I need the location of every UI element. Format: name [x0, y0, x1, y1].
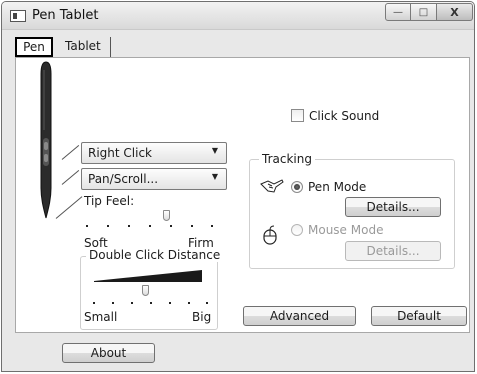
tick-mark	[86, 225, 88, 227]
tip-feel-slider[interactable]	[85, 216, 212, 217]
pen-mode-details-button[interactable]: Details...	[345, 197, 441, 217]
leader-line-lower-button	[61, 169, 80, 185]
tip-feel-label: Tip Feel:	[84, 194, 135, 208]
tick-mark	[211, 225, 213, 227]
default-button-label: Default	[397, 309, 441, 323]
tick-mark	[191, 225, 193, 227]
pen-mode-label[interactable]: Pen Mode	[308, 180, 366, 194]
stylus-pen-icon	[38, 60, 54, 220]
mouse-mode-details-label: Details...	[366, 244, 420, 258]
pen-hand-icon	[260, 178, 284, 194]
lower-button-dropdown[interactable]: Pan/Scroll... ▼	[81, 168, 227, 190]
advanced-button-label: Advanced	[269, 309, 330, 323]
tick-mark	[206, 302, 208, 304]
tip-feel-thumb[interactable]	[163, 210, 170, 221]
mouse-mode-radio[interactable]	[291, 224, 303, 236]
minimize-button[interactable]: —	[385, 3, 411, 21]
title-bar: Pen Tablet — □ X	[2, 2, 474, 30]
lower-button-value: Pan/Scroll...	[88, 172, 159, 186]
pen-mode-details-label: Details...	[366, 200, 420, 214]
about-button-label: About	[90, 346, 127, 360]
maximize-icon: □	[418, 6, 429, 18]
close-icon: X	[450, 5, 459, 19]
double-click-distance-thumb[interactable]	[142, 285, 149, 296]
maximize-button[interactable]: □	[411, 3, 437, 21]
advanced-button[interactable]: Advanced	[243, 306, 356, 326]
mouse-mode-label[interactable]: Mouse Mode	[308, 223, 383, 237]
double-click-max-label: Big	[192, 310, 212, 324]
double-click-distance-label: Double Click Distance	[86, 248, 224, 262]
chevron-down-icon: ▼	[211, 172, 218, 181]
pen-settings-panel: Right Click ▼ Pan/Scroll... ▼ Tip Feel: …	[15, 57, 470, 333]
pen-tablet-window: Pen Tablet — □ X Pen Tablet Right Click …	[1, 1, 475, 372]
mouse-mode-details-button[interactable]: Details...	[345, 241, 441, 261]
app-icon	[10, 10, 26, 22]
tick-mark	[169, 302, 171, 304]
pen-mode-radio[interactable]	[291, 181, 303, 193]
upper-button-dropdown[interactable]: Right Click ▼	[81, 142, 227, 164]
tick-mark	[107, 225, 109, 227]
double-click-wedge	[94, 270, 202, 282]
double-click-min-label: Small	[84, 310, 118, 324]
tick-mark	[131, 302, 133, 304]
window-title: Pen Tablet	[32, 8, 99, 23]
tick-mark	[188, 302, 190, 304]
click-sound-label[interactable]: Click Sound	[309, 109, 379, 123]
mouse-icon	[263, 225, 277, 245]
click-sound-checkbox[interactable]	[291, 109, 304, 122]
tick-mark	[150, 302, 152, 304]
tick-mark	[149, 225, 151, 227]
tick-mark	[93, 302, 95, 304]
leader-line-upper-button	[61, 144, 80, 160]
tab-tablet[interactable]: Tablet	[59, 37, 111, 57]
about-button[interactable]: About	[62, 343, 155, 363]
upper-button-value: Right Click	[88, 146, 153, 160]
tick-mark	[128, 225, 130, 227]
tab-pen[interactable]: Pen	[15, 37, 53, 57]
tracking-group-title: Tracking	[259, 152, 315, 166]
minimize-icon: —	[393, 6, 403, 18]
close-button[interactable]: X	[437, 3, 473, 21]
tick-mark	[170, 225, 172, 227]
chevron-down-icon: ▼	[211, 146, 218, 155]
tick-mark	[112, 302, 114, 304]
default-button[interactable]: Default	[371, 306, 467, 326]
double-click-distance-slider[interactable]	[92, 291, 206, 292]
leader-line-tip	[55, 196, 83, 219]
